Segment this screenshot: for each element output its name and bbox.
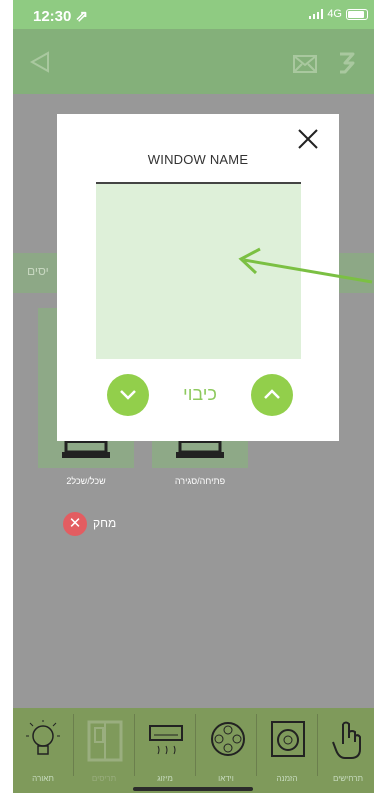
delete-label[interactable]: מחק — [93, 516, 116, 530]
air-conditioner-icon — [149, 725, 183, 755]
nav-item-lighting[interactable]: תאורה — [13, 708, 73, 793]
envelope-icon[interactable] — [293, 55, 317, 73]
close-down-button[interactable] — [107, 374, 149, 416]
menu-icon[interactable] — [337, 51, 357, 75]
speaker-icon — [271, 721, 305, 757]
status-indicators: 4G — [309, 8, 368, 20]
shutter-icon — [87, 720, 123, 762]
window-name-title: WINDOW NAME — [147, 152, 249, 167]
home-indicator[interactable] — [133, 787, 253, 791]
open-up-button[interactable] — [251, 374, 293, 416]
nav-label: תריסים — [91, 774, 117, 783]
nav-item-climate[interactable]: מיזוג — [135, 708, 195, 793]
power-off-label[interactable]: כיבוי — [153, 384, 247, 405]
nav-item-shutters[interactable]: תריסים — [74, 708, 134, 793]
device-card-label: פתיחה/סגירה — [174, 476, 226, 486]
nav-item-audio[interactable]: הזמנה — [257, 708, 317, 793]
annotation-arrow — [238, 247, 373, 284]
back-triangle-icon[interactable] — [29, 51, 51, 73]
status-time: 12:30 ⇗ — [33, 8, 89, 25]
nav-item-scenes[interactable]: תרחישים — [318, 708, 374, 793]
close-x-icon[interactable] — [297, 128, 319, 150]
delete-button[interactable]: ✕ — [63, 512, 87, 536]
nav-label: תאורה — [32, 774, 54, 783]
nav-label: וידאו — [218, 774, 234, 783]
lightbulb-icon — [26, 720, 60, 755]
chevron-up-icon — [264, 389, 280, 399]
battery-icon — [346, 8, 368, 20]
nav-label: הזמנה — [276, 774, 298, 783]
nav-label: מיזוג — [157, 774, 173, 783]
category-band-label: יסים — [27, 264, 49, 278]
nav-label: תרחישים — [332, 774, 364, 783]
network-type: 4G — [327, 8, 342, 20]
top-bar — [13, 29, 374, 94]
status-bar: 12:30 ⇗ 4G — [13, 0, 374, 29]
film-reel-icon — [211, 722, 245, 756]
chevron-down-icon — [120, 390, 136, 400]
signal-icon — [309, 9, 324, 19]
x-icon: ✕ — [68, 515, 82, 532]
bottom-nav: תאורה תריסים מיזוג וידאו הזמנה תרחישים — [13, 708, 374, 793]
nav-item-video[interactable]: וידאו — [196, 708, 256, 793]
device-card-label: שכל/שכל2 — [66, 476, 106, 486]
hand-pointer-icon — [332, 721, 361, 759]
